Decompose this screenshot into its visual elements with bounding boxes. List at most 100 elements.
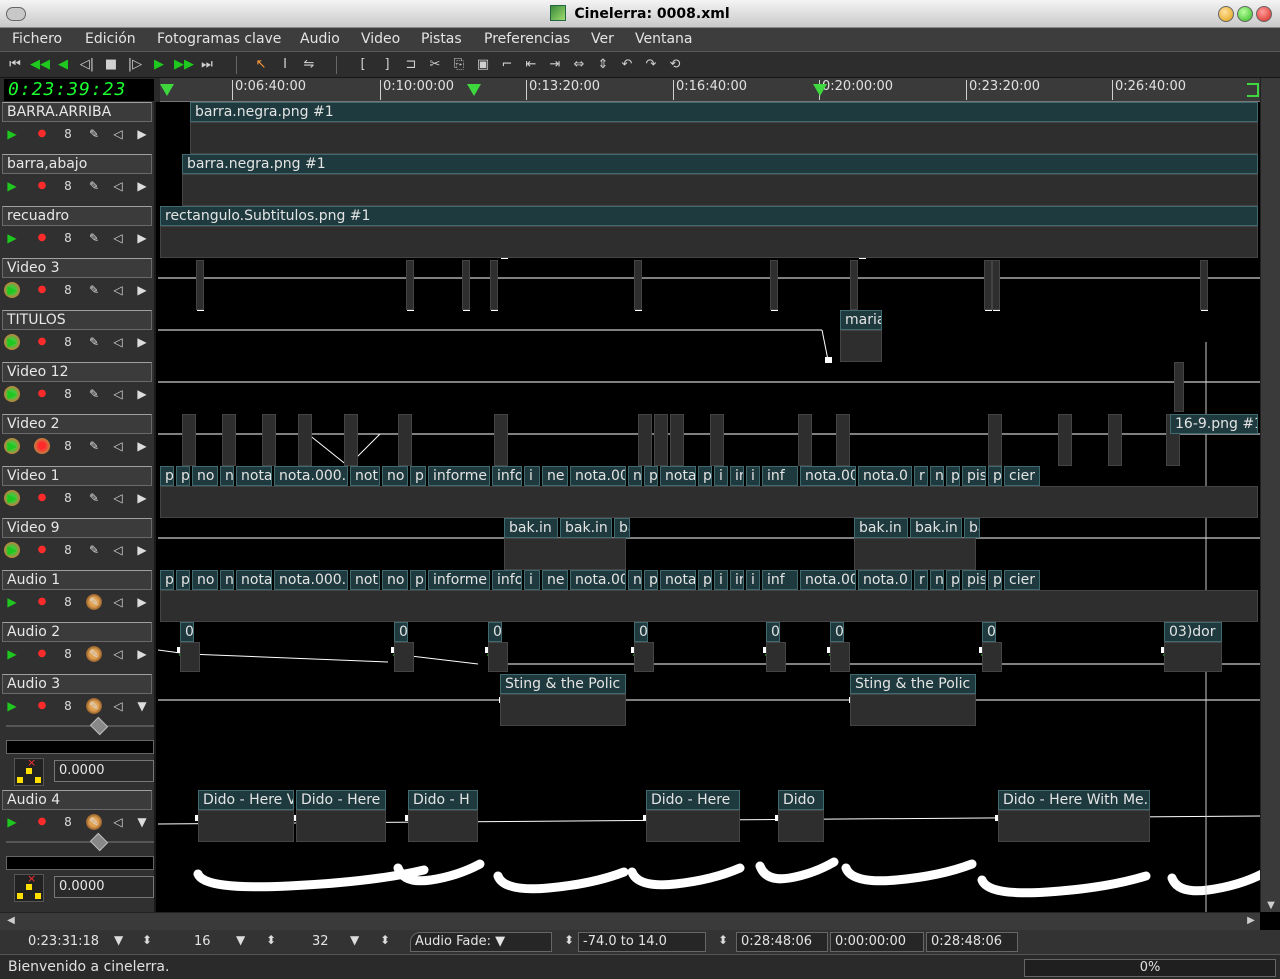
draw-media-icon[interactable]: ✎ [86, 334, 102, 350]
clip-body[interactable] [1108, 414, 1122, 466]
record-track-icon[interactable]: ● [34, 594, 50, 610]
clip-audio2[interactable]: 0 [766, 622, 780, 642]
menu-video[interactable]: Video [361, 31, 400, 47]
clip-body[interactable] [160, 590, 1258, 622]
clip-audio1[interactable]: no [192, 570, 218, 590]
spinner-icon[interactable]: ⬍ [564, 933, 574, 947]
clip-audio1[interactable]: n [220, 570, 234, 590]
clip-audio4[interactable]: Dido - Here With Me. [998, 790, 1150, 810]
out-point-marker[interactable] [1247, 83, 1259, 97]
record-track-icon[interactable]: ● [34, 178, 50, 194]
chevron-down-icon[interactable]: ▼ [236, 933, 245, 947]
menu-fichero[interactable]: Fichero [12, 31, 62, 47]
gang-icon[interactable]: 8 [60, 386, 76, 402]
clip-body[interactable] [998, 810, 1150, 842]
mute-icon[interactable]: ◁ [110, 698, 126, 714]
label-marker[interactable] [467, 84, 481, 96]
fast-reverse-icon[interactable]: ◀◀ [30, 56, 50, 74]
frame-forward-icon[interactable]: |▷ [126, 56, 144, 74]
clip-body[interactable] [180, 642, 200, 672]
pan-icon[interactable]: × [14, 756, 44, 786]
splice-icon[interactable]: ⊐ [402, 56, 420, 74]
next-label-icon[interactable]: ⇥ [546, 56, 564, 74]
spinner-icon[interactable]: ⬍ [142, 933, 152, 947]
clip-body[interactable] [850, 260, 858, 310]
clip-body[interactable] [1164, 642, 1222, 672]
clip-video1[interactable]: ir [730, 466, 744, 486]
automation-range-field[interactable]: -74.0 to 14.0 [578, 932, 706, 952]
track-name-field[interactable]: Audio 1 [2, 570, 152, 590]
track-name-field[interactable]: recuadro [2, 206, 152, 226]
clip-body[interactable] [222, 414, 236, 466]
clip-body[interactable] [710, 414, 724, 466]
clip-audio1[interactable]: nota.0 [858, 570, 912, 590]
clip-audio2[interactable]: 0 [394, 622, 408, 642]
clip-video1[interactable]: ne [542, 466, 568, 486]
timeline-ruler[interactable]: 0:06:40:00 0:10:00:00 0:13:20:00 0:16:40… [160, 78, 1260, 102]
clip-audio4[interactable]: Dido - Here [296, 790, 386, 810]
selection-length-field[interactable]: 0:28:48:06 [736, 932, 828, 952]
clip-body[interactable] [798, 414, 812, 466]
slider-knob[interactable] [89, 832, 109, 852]
clip-body[interactable] [190, 122, 1258, 154]
clip-body[interactable] [462, 260, 470, 310]
refresh-icon[interactable]: ⟲ [666, 56, 684, 74]
expand-icon[interactable]: ▶ [134, 386, 150, 402]
clip-video1[interactable]: p [988, 466, 1002, 486]
clip-video1[interactable]: i [524, 466, 540, 486]
track-name-field[interactable]: TITULOS [2, 310, 152, 330]
expand-icon[interactable]: ▶ [134, 646, 150, 662]
clip-video9[interactable]: ba [614, 518, 630, 538]
track-name-field[interactable]: Video 12 [2, 362, 152, 382]
gang-icon[interactable]: 8 [60, 490, 76, 506]
play-track-icon[interactable]: ▶ [4, 126, 20, 142]
clip-video1[interactable]: info [492, 466, 522, 486]
jump-end-icon[interactable]: ⏭ [198, 56, 216, 74]
slider-knob[interactable] [89, 716, 109, 736]
menu-preferencias[interactable]: Preferencias [484, 31, 570, 47]
clip-audio1[interactable]: inf [762, 570, 798, 590]
mute-icon[interactable]: ◁ [110, 230, 126, 246]
gang-icon[interactable]: 8 [60, 542, 76, 558]
draw-media-icon[interactable]: ✎ [86, 386, 102, 402]
record-track-icon[interactable]: ● [34, 438, 50, 454]
clip-body[interactable] [494, 414, 508, 466]
record-track-icon[interactable]: ● [34, 126, 50, 142]
clip-body[interactable] [634, 260, 642, 310]
record-track-icon[interactable]: ● [34, 334, 50, 350]
clip-audio1[interactable]: p [644, 570, 658, 590]
gang-icon[interactable]: 8 [60, 282, 76, 298]
mute-icon[interactable]: ◁ [110, 646, 126, 662]
clip-body[interactable] [344, 414, 358, 466]
gang-icon[interactable]: 8 [60, 230, 76, 246]
play-track-icon[interactable]: ▶ [4, 490, 20, 506]
cut-icon[interactable]: ✂ [426, 56, 444, 74]
gang-icon[interactable]: 8 [60, 646, 76, 662]
clip-audio1[interactable]: not [350, 570, 380, 590]
clip-body[interactable] [778, 810, 824, 842]
expand-icon[interactable]: ▼ [134, 698, 150, 714]
clip-video9[interactable]: ba [964, 518, 980, 538]
clip-body[interactable] [394, 642, 414, 672]
clip-maria[interactable]: maria [840, 310, 882, 330]
clip-body[interactable] [196, 260, 204, 310]
play-track-icon[interactable]: ▶ [4, 814, 20, 830]
mute-icon[interactable]: ◁ [110, 386, 126, 402]
expand-icon[interactable]: ▶ [134, 230, 150, 246]
play-track-icon[interactable]: ▶ [4, 438, 20, 454]
clip-audio1[interactable]: i [714, 570, 728, 590]
redo-icon[interactable]: ↷ [642, 56, 660, 74]
clip-audio1[interactable]: cier [1004, 570, 1040, 590]
rewind-start-icon[interactable]: ⏮ [6, 56, 24, 74]
clip-body[interactable] [634, 642, 654, 672]
clip-body[interactable] [198, 810, 294, 842]
mute-icon[interactable]: ◁ [110, 438, 126, 454]
gang-icon[interactable]: 8 [60, 334, 76, 350]
undo-icon[interactable]: ↶ [618, 56, 636, 74]
scroll-down-icon[interactable]: ▼ [1264, 900, 1278, 914]
clip-body[interactable] [654, 414, 668, 466]
clip-video9[interactable]: bak.in [910, 518, 962, 538]
draw-media-icon[interactable]: ✎ [86, 646, 102, 662]
pan-value-field[interactable]: 0.0000 [54, 760, 154, 782]
spinner-icon[interactable]: ⬍ [266, 933, 276, 947]
